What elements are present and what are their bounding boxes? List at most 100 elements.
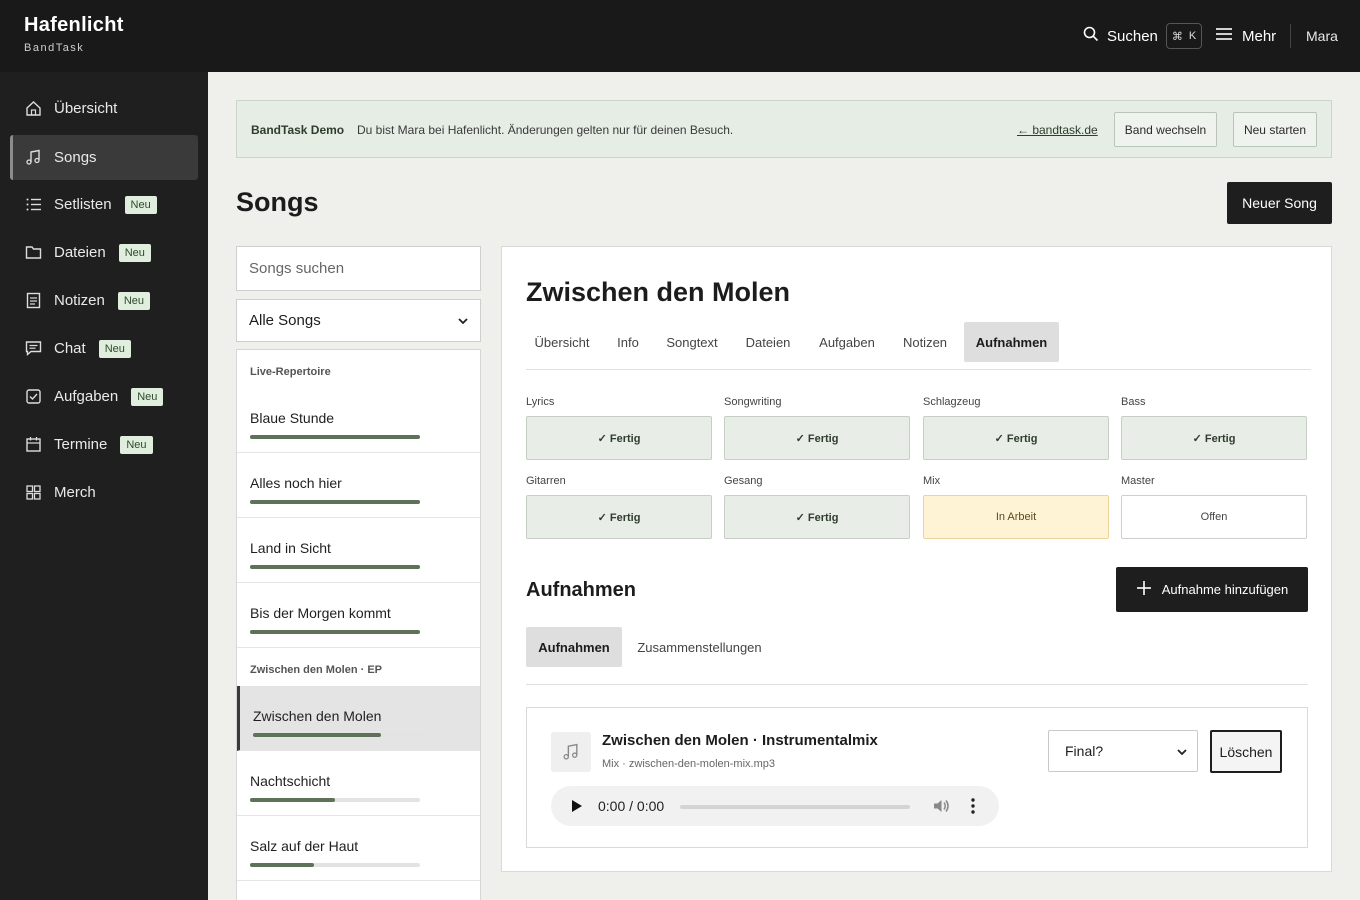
sidebar-item-label: Songs: [54, 149, 97, 166]
stage-bass-toggle[interactable]: ✓ Fertig: [1121, 416, 1307, 460]
subtab-zusammenstellungen[interactable]: Zusammenstellungen: [632, 627, 767, 667]
tab-dateien[interactable]: Dateien: [738, 322, 798, 362]
song-progress-fill: [250, 500, 420, 504]
song-row[interactable]: Bis der Morgen kommt: [237, 583, 480, 648]
tab-info[interactable]: Info: [609, 322, 647, 362]
cmd-key: ⌘: [1171, 30, 1183, 43]
brand[interactable]: Hafenlicht BandTask: [24, 14, 124, 54]
sidebar-item-uebersicht[interactable]: Übersicht: [10, 86, 198, 131]
grid-icon: [24, 484, 42, 502]
volume-icon[interactable]: [932, 797, 950, 820]
demo-banner: BandTask Demo Du bist Mara bei Hafenlich…: [236, 100, 1332, 158]
checkbox-icon: [24, 388, 42, 406]
recording-card: Zwischen den Molen · Instrumentalmix Mix…: [526, 707, 1308, 848]
song-progress: [250, 798, 420, 802]
stage-songwriting-toggle[interactable]: ✓ Fertig: [724, 416, 910, 460]
song-filter-select[interactable]: Alle Songs: [236, 299, 481, 342]
menu-icon: [1215, 27, 1233, 45]
stage-label: Gesang: [724, 475, 763, 487]
stage-label: Mix: [923, 475, 941, 487]
song-progress-fill: [250, 630, 420, 634]
calendar-icon: [24, 436, 42, 454]
more-label: Mehr: [1242, 27, 1277, 45]
song-progress: [250, 630, 420, 634]
song-progress: [250, 863, 420, 867]
play-icon[interactable]: [571, 799, 583, 818]
song-name: Land in Sicht: [250, 540, 331, 556]
demo-text: Du bist Mara bei Hafenlicht. Änderungen …: [357, 123, 734, 137]
song-progress-fill: [250, 435, 420, 439]
stage-master-toggle[interactable]: Offen: [1121, 495, 1307, 539]
song-filter-value: Alle Songs: [249, 312, 321, 329]
new-badge: Neu: [120, 435, 153, 454]
stage-mix-toggle[interactable]: In Arbeit: [923, 495, 1109, 539]
song-row[interactable]: Salz auf der Haut: [237, 816, 480, 881]
new-badge: Neu: [98, 339, 131, 358]
player-time: 0:00 / 0:00: [598, 798, 665, 814]
group-header: Live-Repertoire: [250, 366, 331, 378]
delete-recording-button[interactable]: Löschen: [1210, 730, 1282, 773]
song-row-active[interactable]: Zwischen den Molen: [237, 686, 480, 751]
song-progress-fill: [250, 798, 335, 802]
user-menu[interactable]: Mara: [1306, 28, 1338, 44]
song-name: Blaue Stunde: [250, 410, 335, 426]
tab-aufgaben[interactable]: Aufgaben: [810, 322, 884, 362]
folder-icon: [24, 244, 42, 262]
sidebar-item-notizen[interactable]: Notizen Neu: [10, 278, 198, 323]
sidebar-item-setlisten[interactable]: Setlisten Neu: [10, 182, 198, 227]
subtab-aufnahmen[interactable]: Aufnahmen: [526, 627, 622, 667]
search-button[interactable]: Suchen ⌘ K: [1083, 22, 1203, 50]
switch-band-button[interactable]: Band wechseln: [1114, 112, 1217, 147]
new-badge: Neu: [124, 195, 157, 214]
song-detail: Zwischen den Molen Übersicht Info Songte…: [501, 246, 1332, 872]
divider: [1290, 24, 1291, 48]
sidebar-item-label: Dateien: [54, 244, 106, 261]
new-song-button[interactable]: Neuer Song: [1227, 182, 1332, 224]
sidebar-item-label: Chat: [54, 340, 86, 357]
stage-gesang-toggle[interactable]: ✓ Fertig: [724, 495, 910, 539]
stage-lyrics-toggle[interactable]: ✓ Fertig: [526, 416, 712, 460]
song-progress: [250, 500, 420, 504]
stage-label: Master: [1121, 475, 1155, 487]
tab-songtext[interactable]: Songtext: [658, 322, 726, 362]
tab-uebersicht[interactable]: Übersicht: [526, 322, 598, 362]
new-badge: Neu: [118, 243, 151, 262]
sidebar-item-merch[interactable]: Merch: [10, 470, 198, 515]
add-recording-label: Aufnahme hinzufügen: [1161, 582, 1289, 597]
restart-button[interactable]: Neu starten: [1233, 112, 1317, 147]
tab-aufnahmen[interactable]: Aufnahmen: [964, 322, 1059, 362]
stage-gitarren-toggle[interactable]: ✓ Fertig: [526, 495, 712, 539]
song-row[interactable]: Nachtschicht: [237, 751, 480, 816]
stage-label: Songwriting: [724, 396, 782, 408]
add-recording-button[interactable]: Aufnahme hinzufügen: [1116, 567, 1308, 612]
tab-notizen[interactable]: Notizen: [894, 322, 956, 362]
final-select[interactable]: Final?: [1048, 730, 1198, 772]
song-list: Live-Repertoire Blaue Stunde Alles noch …: [236, 349, 481, 900]
sidebar-item-chat[interactable]: Chat Neu: [10, 326, 198, 371]
song-progress-fill: [250, 565, 420, 569]
more-button[interactable]: Mehr: [1215, 22, 1276, 50]
song-progress-fill: [253, 733, 381, 737]
recordings-heading: Aufnahmen: [526, 579, 636, 601]
song-name: Nachtschicht: [250, 773, 331, 789]
sidebar-item-termine[interactable]: Termine Neu: [10, 422, 198, 467]
player-seekbar[interactable]: [680, 805, 910, 809]
song-progress: [250, 435, 420, 439]
song-name: Bis der Morgen kommt: [250, 605, 391, 621]
bandtask-link[interactable]: ← bandtask.de: [1017, 123, 1098, 137]
sidebar-item-dateien[interactable]: Dateien Neu: [10, 230, 198, 275]
top-bar: Hafenlicht BandTask Suchen ⌘ K Mehr Mara: [0, 0, 1360, 72]
song-search-input[interactable]: [236, 246, 481, 291]
song-tabs: Übersicht Info Songtext Dateien Aufgaben…: [526, 322, 1311, 370]
song-row[interactable]: Land in Sicht: [237, 518, 480, 583]
sidebar-item-songs[interactable]: Songs: [10, 135, 198, 180]
band-name: Hafenlicht: [24, 14, 124, 36]
sidebar-item-aufgaben[interactable]: Aufgaben Neu: [10, 374, 198, 419]
more-options-icon[interactable]: [971, 798, 975, 819]
stage-schlagzeug-toggle[interactable]: ✓ Fertig: [923, 416, 1109, 460]
song-row[interactable]: Alles noch hier: [237, 453, 480, 518]
recording-meta: Mix · zwischen-den-molen-mix.mp3: [602, 758, 775, 770]
song-title: Zwischen den Molen: [526, 277, 791, 307]
sidebar-item-label: Setlisten: [54, 196, 112, 213]
song-row[interactable]: Blaue Stunde: [237, 388, 480, 453]
